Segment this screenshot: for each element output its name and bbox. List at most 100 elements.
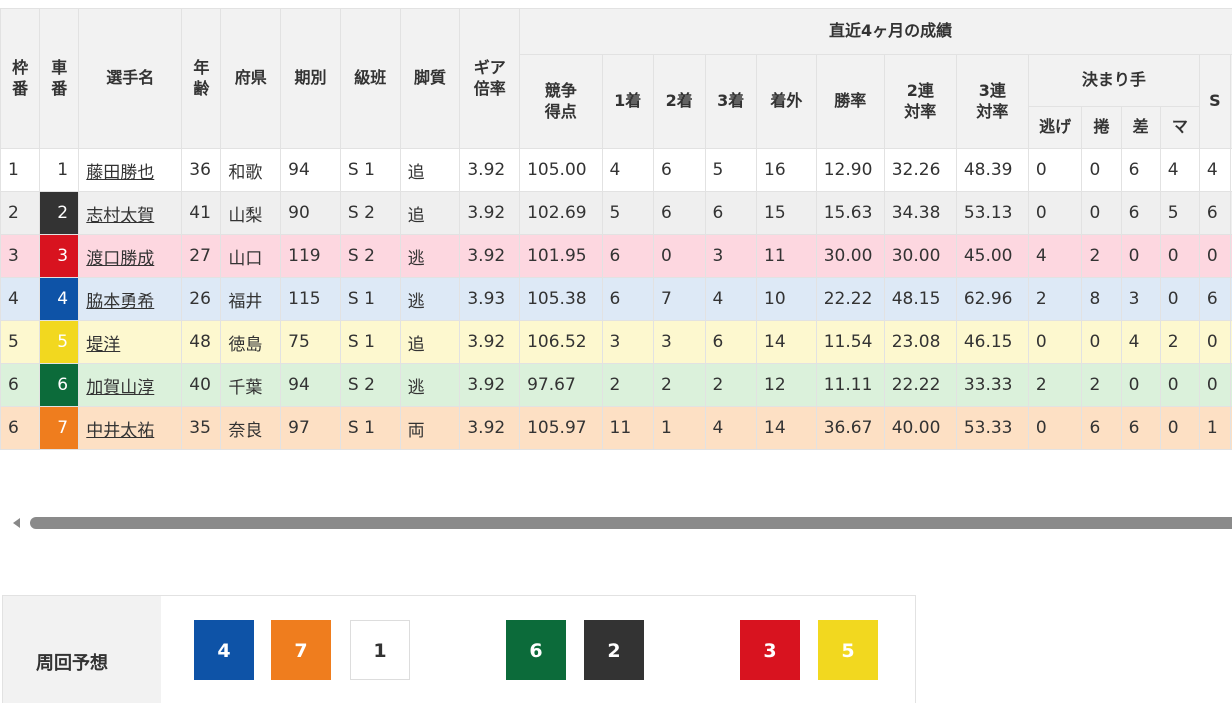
header-second: 2着: [653, 54, 706, 149]
racer-name-cell: 志村太賀: [78, 191, 183, 235]
cell-third: 5: [704, 148, 757, 192]
cell-quinella-rate: 40.00: [883, 406, 957, 450]
header-out: 着外: [756, 54, 817, 149]
cell-pref: 福井: [220, 277, 282, 321]
lap-chip: 4: [194, 620, 254, 680]
bike-number: 7: [57, 418, 69, 438]
cell-waku: 6: [0, 363, 41, 407]
cell-s: 0: [1198, 363, 1231, 407]
scroll-thumb[interactable]: [30, 517, 1232, 529]
cell-trio-rate: 48.39: [955, 148, 1029, 192]
cell-pref: 山口: [220, 234, 282, 278]
cell-style: 追: [399, 191, 461, 235]
scroll-left-arrow-icon[interactable]: [13, 518, 20, 528]
cell-style: 逃: [399, 363, 461, 407]
racer-name-cell: 加賀山淳: [78, 363, 183, 407]
racer-name-cell: 藤田勝也: [78, 148, 183, 192]
racer-name-link[interactable]: 堤洋: [86, 335, 120, 355]
cell-term: 90: [280, 191, 341, 235]
racer-row: 4 4 脇本勇希 26 福井 115 S 1 逃 3.93 105.38 6 7 4 10 22.22 48.…: [0, 277, 1232, 321]
racer-name-link[interactable]: 中井太祐: [86, 421, 154, 441]
cell-term: 97: [280, 406, 341, 450]
cell-nige: 0: [1027, 320, 1083, 364]
horizontal-scrollbar[interactable]: [0, 514, 1232, 532]
cell-age: 41: [181, 191, 222, 235]
cell-score: 106.52: [519, 320, 603, 364]
cell-out: 11: [756, 234, 817, 278]
cell-quinella-rate: 30.00: [883, 234, 957, 278]
cell-makuri: 2: [1081, 363, 1122, 407]
racer-name-link[interactable]: 志村太賀: [86, 206, 154, 226]
racer-name-link[interactable]: 加賀山淳: [86, 378, 154, 398]
cell-second: 3: [653, 320, 706, 364]
cell-age: 48: [181, 320, 222, 364]
lap-prediction-label: 周回予想: [3, 596, 161, 703]
cell-makuri: 0: [1081, 148, 1122, 192]
cell-gear: 3.92: [459, 148, 521, 192]
racer-row: 3 3 渡口勝成 27 山口 119 S 2 逃 3.92 101.95 6 0 3 11 30.00 30.…: [0, 234, 1232, 278]
lap-chip: 6: [506, 620, 566, 680]
cell-win-rate: 22.22: [815, 277, 885, 321]
cell-nige: 2: [1027, 363, 1083, 407]
cell-sashi: 3: [1120, 277, 1161, 321]
cell-mark: 4: [1159, 148, 1200, 192]
cell-makuri: 0: [1081, 191, 1122, 235]
cell-third: 6: [704, 191, 757, 235]
cell-gear: 3.92: [459, 363, 521, 407]
cell-mark: 5: [1159, 191, 1200, 235]
cell-quinella-rate: 22.22: [883, 363, 957, 407]
cell-out: 10: [756, 277, 817, 321]
cell-class: S 1: [339, 406, 401, 450]
bike-number: 2: [57, 203, 69, 223]
cell-age: 35: [181, 406, 222, 450]
cell-win-rate: 36.67: [815, 406, 885, 450]
cell-style: 両: [399, 406, 461, 450]
racer-row: 6 7 中井太祐 35 奈良 97 S 1 両 3.92 105.97 11 1 4 14 36.67 40.…: [0, 406, 1232, 450]
cell-pref: 奈良: [220, 406, 282, 450]
bike-number-cell: 3: [39, 234, 80, 278]
cell-makuri: 0: [1081, 320, 1122, 364]
cell-class: S 2: [339, 234, 401, 278]
cell-second: 7: [653, 277, 706, 321]
cell-trio-rate: 33.33: [955, 363, 1029, 407]
cell-score: 105.00: [519, 148, 603, 192]
cell-sashi: 4: [1120, 320, 1161, 364]
cell-quinella-rate: 32.26: [883, 148, 957, 192]
cell-term: 94: [280, 363, 341, 407]
bike-number: 1: [57, 160, 69, 180]
bike-number: 6: [57, 375, 69, 395]
cell-term: 75: [280, 320, 341, 364]
cell-nige: 0: [1027, 148, 1083, 192]
cell-first: 6: [601, 277, 654, 321]
cell-second: 1: [653, 406, 706, 450]
racer-name-link[interactable]: 藤田勝也: [86, 163, 154, 183]
header-trio-rate: 3連 対率: [955, 54, 1029, 149]
bike-number-cell: 6: [39, 363, 80, 407]
header-score: 競争 得点: [519, 54, 603, 149]
header-name: 選手名: [78, 8, 183, 149]
cell-trio-rate: 53.33: [955, 406, 1029, 450]
cell-waku: 5: [0, 320, 41, 364]
header-pref: 府県: [220, 8, 282, 149]
racer-table-container: 枠 番 車 番 選手名 年 齢 府県 期別 級班 脚質 ギア 倍率 直近4ヶ月の…: [0, 8, 1232, 450]
cell-score: 102.69: [519, 191, 603, 235]
racer-name-link[interactable]: 脇本勇希: [86, 292, 154, 312]
cell-second: 6: [653, 148, 706, 192]
cell-class: S 1: [339, 320, 401, 364]
racer-name-link[interactable]: 渡口勝成: [86, 249, 154, 269]
bike-number-cell: 7: [39, 406, 80, 450]
cell-mark: 0: [1159, 277, 1200, 321]
racer-row: 6 6 加賀山淳 40 千葉 94 S 2 逃 3.92 97.67 2 2 2 12 11.11 22.22…: [0, 363, 1232, 407]
cell-makuri: 6: [1081, 406, 1122, 450]
cell-gear: 3.92: [459, 234, 521, 278]
cell-sashi: 6: [1120, 406, 1161, 450]
cell-quinella-rate: 48.15: [883, 277, 957, 321]
header-first: 1着: [601, 54, 654, 149]
cell-win-rate: 15.63: [815, 191, 885, 235]
header-s: S: [1198, 54, 1231, 149]
cell-age: 36: [181, 148, 222, 192]
lap-chip: 1: [350, 620, 410, 680]
cell-gear: 3.92: [459, 320, 521, 364]
cell-trio-rate: 46.15: [955, 320, 1029, 364]
cell-gear: 3.92: [459, 191, 521, 235]
